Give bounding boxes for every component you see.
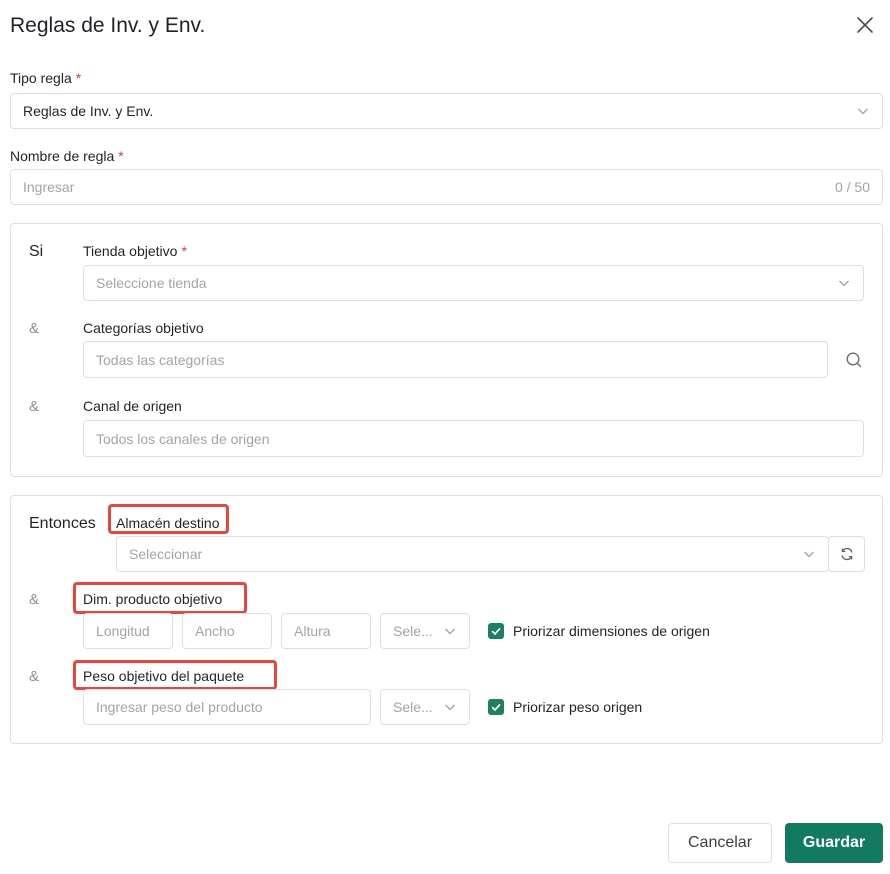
rule-name-label: Nombre de regla * xyxy=(10,148,124,164)
and-mark: & xyxy=(29,591,40,608)
warehouse-label: Almacén destino xyxy=(116,515,220,531)
close-icon xyxy=(857,17,873,33)
and-mark: & xyxy=(29,320,40,337)
width-input[interactable]: Ancho xyxy=(182,613,272,649)
categories-search-button[interactable] xyxy=(844,350,864,370)
prioritize-dimensions-checkbox[interactable]: Priorizar dimensiones de origen xyxy=(488,623,710,639)
required-mark: * xyxy=(118,148,124,164)
required-mark: * xyxy=(181,243,187,259)
length-input[interactable]: Longitud xyxy=(83,613,173,649)
rule-type-value: Reglas de Inv. y Env. xyxy=(23,103,154,119)
if-label: Si xyxy=(29,243,44,260)
close-button[interactable] xyxy=(852,12,878,38)
checkbox-checked[interactable] xyxy=(488,623,504,639)
store-placeholder: Seleccione tienda xyxy=(96,275,207,291)
rule-type-label: Tipo regla * xyxy=(10,70,82,86)
warehouse-refresh-button[interactable] xyxy=(828,536,865,572)
chevron-down-icon xyxy=(858,108,868,115)
height-input[interactable]: Altura xyxy=(281,613,371,649)
prioritize-weight-label: Priorizar peso origen xyxy=(513,699,643,715)
weight-input[interactable]: Ingresar peso del producto xyxy=(83,689,371,725)
channel-placeholder: Todos los canales de origen xyxy=(96,430,270,447)
dimensions-label: Dim. producto objetivo xyxy=(83,591,223,607)
chevron-down-icon xyxy=(839,280,849,287)
then-label: Entonces xyxy=(29,515,96,532)
dialog-title: Reglas de Inv. y Env. xyxy=(10,14,206,37)
channel-label: Canal de origen xyxy=(83,398,182,414)
channel-input[interactable]: Todos los canales de origen xyxy=(83,420,864,457)
rule-name-input[interactable]: Ingresar 0 / 50 xyxy=(10,169,883,205)
categories-input[interactable]: Todas las categorías xyxy=(83,341,828,378)
refresh-icon xyxy=(840,547,853,561)
weight-unit-select[interactable]: Sele... xyxy=(380,689,470,725)
checkbox-checked[interactable] xyxy=(488,699,504,715)
check-icon xyxy=(491,703,501,712)
save-button[interactable]: Guardar xyxy=(785,823,883,863)
chevron-down-icon xyxy=(445,628,455,635)
search-icon xyxy=(846,352,862,368)
categories-placeholder: Todas las categorías xyxy=(96,351,225,368)
store-select[interactable]: Seleccione tienda xyxy=(83,265,864,301)
and-mark: & xyxy=(29,668,40,685)
categories-label: Categorías objetivo xyxy=(83,320,204,336)
check-icon xyxy=(491,627,501,636)
warehouse-placeholder: Seleccionar xyxy=(129,546,203,562)
cancel-button[interactable]: Cancelar xyxy=(668,823,772,863)
rule-name-placeholder: Ingresar xyxy=(23,179,75,195)
rule-type-select[interactable]: Reglas de Inv. y Env. xyxy=(10,93,883,129)
prioritize-dimensions-label: Priorizar dimensiones de origen xyxy=(513,623,710,639)
weight-label: Peso objetivo del paquete xyxy=(83,668,245,684)
store-label: Tienda objetivo * xyxy=(83,243,187,259)
chevron-down-icon xyxy=(445,704,455,711)
prioritize-weight-checkbox[interactable]: Priorizar peso origen xyxy=(488,699,642,715)
dimension-unit-select[interactable]: Sele... xyxy=(380,613,470,649)
required-mark: * xyxy=(75,70,82,86)
char-counter: 0 / 50 xyxy=(834,179,870,195)
warehouse-select[interactable]: Seleccionar xyxy=(116,536,829,572)
and-mark: & xyxy=(29,398,40,415)
chevron-down-icon xyxy=(804,551,814,558)
